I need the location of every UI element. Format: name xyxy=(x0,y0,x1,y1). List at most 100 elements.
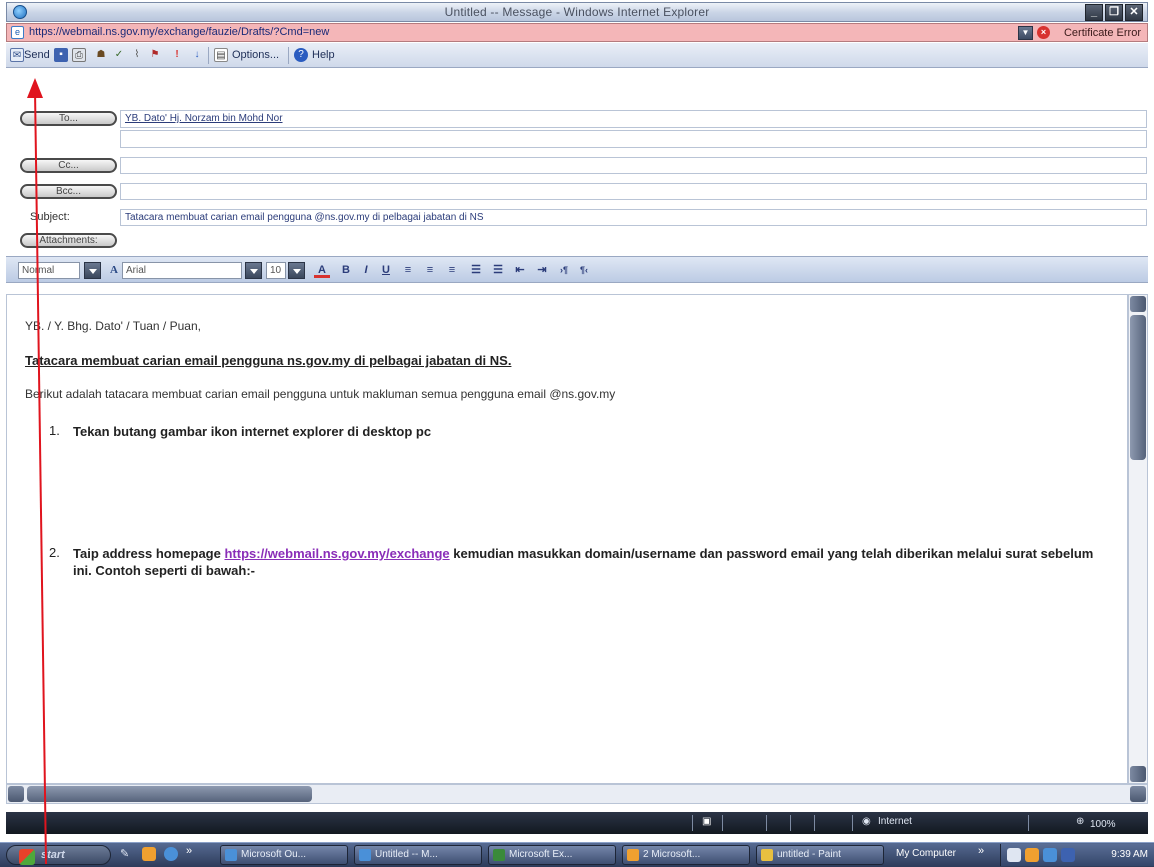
close-button[interactable]: ✕ xyxy=(1125,4,1143,21)
subject-field[interactable]: Tatacara membuat carian email pengguna @… xyxy=(120,209,1147,226)
scroll-right-icon[interactable] xyxy=(1130,786,1146,802)
restore-button[interactable]: ❐ xyxy=(1105,4,1123,21)
zoom-level[interactable]: 100% xyxy=(1090,819,1116,830)
check-names-icon[interactable]: ⚑ xyxy=(148,48,162,62)
minimize-button[interactable]: _ xyxy=(1085,4,1103,21)
task-microsoft-group[interactable]: 2 Microsoft... xyxy=(622,845,750,865)
task-exchange[interactable]: Microsoft Ex... xyxy=(488,845,616,865)
size-select[interactable]: 10 xyxy=(266,262,286,279)
horizontal-scroll-thumb[interactable] xyxy=(27,786,312,802)
cc-field[interactable] xyxy=(120,157,1147,174)
scroll-down-icon[interactable] xyxy=(1130,766,1146,782)
window-title: Untitled -- Message - Windows Internet E… xyxy=(444,5,710,19)
formatting-toolbar: Normal A Arial 10 A B I U ≡ ≡ ≡ ☰ ☰ ⇤ ⇥ … xyxy=(6,256,1148,283)
step-2-number: 2. xyxy=(49,545,60,560)
font-icon: A xyxy=(110,264,118,276)
toolbar-separator xyxy=(208,47,209,64)
size-dropdown-icon[interactable] xyxy=(288,262,305,279)
decrease-indent-icon[interactable]: ⇤ xyxy=(512,262,528,278)
internet-zone-icon: ◉ xyxy=(862,816,871,827)
body-subject-line: Tatacara membuat carian email pengguna n… xyxy=(25,353,512,368)
to-field[interactable]: YB. Dato' Hj. Norzam bin Mohd Nor xyxy=(120,110,1147,128)
tray-mail-icon[interactable] xyxy=(1061,848,1075,862)
font-color-icon[interactable]: A xyxy=(314,262,330,278)
system-tray: 9:39 AM xyxy=(1000,844,1154,866)
help-button[interactable]: Help xyxy=(312,47,335,64)
address-bar[interactable]: e https://webmail.ns.gov.my/exchange/fau… xyxy=(6,23,1148,42)
task-outlook[interactable]: Microsoft Ou... xyxy=(220,845,348,865)
task-label: 2 Microsoft... xyxy=(643,849,701,860)
webmail-link[interactable]: https://webmail.ns.gov.my/exchange xyxy=(224,546,449,561)
align-center-icon[interactable]: ≡ xyxy=(422,262,438,278)
quicklaunch-more-icon[interactable]: » xyxy=(186,845,192,857)
print-icon[interactable]: ⎙ xyxy=(72,48,86,62)
my-computer-toolbar[interactable]: My Computer xyxy=(896,848,956,859)
annotation-arrow-head xyxy=(27,78,43,98)
certificate-error-icon[interactable]: × xyxy=(1037,26,1050,39)
step-2-text: Taip address homepage https://webmail.ns… xyxy=(73,545,1113,579)
options-icon[interactable]: ▤ xyxy=(214,48,228,62)
increase-indent-icon[interactable]: ⇥ xyxy=(534,262,550,278)
bcc-button[interactable]: Bcc... xyxy=(20,184,117,199)
bold-icon[interactable]: B xyxy=(338,262,354,278)
send-button[interactable]: Send xyxy=(24,47,50,64)
spellcheck-icon[interactable]: ✓ xyxy=(112,48,126,62)
task-paint[interactable]: untitled - Paint xyxy=(756,845,884,865)
underline-icon[interactable]: U xyxy=(378,262,394,278)
send-icon[interactable]: ✉ xyxy=(10,48,24,62)
tray-icon-2[interactable] xyxy=(1025,848,1039,862)
to-recipient[interactable]: YB. Dato' Hj. Norzam bin Mohd Nor xyxy=(125,113,283,124)
task-message[interactable]: Untitled -- M... xyxy=(354,845,482,865)
zoom-icon[interactable]: ⊕ xyxy=(1076,816,1084,827)
attachments-button[interactable]: Attachments: xyxy=(20,233,117,248)
address-url[interactable]: https://webmail.ns.gov.my/exchange/fauzi… xyxy=(29,26,329,38)
tray-icon-1[interactable] xyxy=(1007,848,1021,862)
toolbar-more-icon[interactable]: » xyxy=(978,845,984,857)
task-label: Microsoft Ex... xyxy=(509,849,573,860)
vertical-scrollbar[interactable] xyxy=(1128,294,1148,784)
to-field-extra[interactable] xyxy=(120,130,1147,148)
message-body[interactable]: YB. / Y. Bhg. Dato' / Tuan / Puan, Tatac… xyxy=(6,294,1128,784)
start-button[interactable]: start xyxy=(6,845,111,865)
high-importance-icon[interactable]: ! xyxy=(170,48,184,62)
italic-icon[interactable]: I xyxy=(358,262,374,278)
font-dropdown-icon[interactable] xyxy=(245,262,262,279)
bcc-field[interactable] xyxy=(120,183,1147,200)
attach-icon[interactable]: ⌇ xyxy=(130,48,144,62)
step-2: 2. Taip address homepage https://webmail… xyxy=(49,545,1109,585)
rtl-icon[interactable]: ¶‹ xyxy=(576,262,592,278)
show-desktop-icon[interactable]: ✎ xyxy=(120,847,134,861)
office-icon xyxy=(627,849,639,861)
scroll-up-icon[interactable] xyxy=(1130,296,1146,312)
address-book-icon[interactable]: ☗ xyxy=(94,48,108,62)
align-left-icon[interactable]: ≡ xyxy=(400,262,416,278)
ie-task-icon xyxy=(359,849,371,861)
low-importance-icon[interactable]: ↓ xyxy=(190,48,204,62)
horizontal-scrollbar[interactable] xyxy=(6,784,1148,804)
to-button[interactable]: To... xyxy=(20,111,117,126)
bullet-list-icon[interactable]: ☰ xyxy=(490,262,506,278)
window-title-bar[interactable]: Untitled -- Message - Windows Internet E… xyxy=(6,2,1148,22)
step-1-text: Tekan butang gambar ikon internet explor… xyxy=(73,424,432,439)
options-button[interactable]: Options... xyxy=(232,47,279,64)
cc-button[interactable]: Cc... xyxy=(20,158,117,173)
align-right-icon[interactable]: ≡ xyxy=(444,262,460,278)
save-icon[interactable]: ▪ xyxy=(54,48,68,62)
style-select[interactable]: Normal xyxy=(18,262,80,279)
style-dropdown-icon[interactable] xyxy=(84,262,101,279)
address-dropdown-icon[interactable]: ▼ xyxy=(1018,26,1033,40)
scroll-left-icon[interactable] xyxy=(8,786,24,802)
quicklaunch-outlook-icon[interactable] xyxy=(142,847,156,861)
vertical-scroll-thumb[interactable] xyxy=(1130,315,1146,460)
tray-icon-3[interactable] xyxy=(1043,848,1057,862)
help-icon[interactable]: ? xyxy=(294,48,308,62)
exchange-icon xyxy=(493,849,505,861)
numbered-list-icon[interactable]: ☰ xyxy=(468,262,484,278)
status-separator xyxy=(814,815,815,831)
status-separator xyxy=(790,815,791,831)
certificate-error[interactable]: Certificate Error xyxy=(1064,27,1141,39)
ltr-icon[interactable]: ›¶ xyxy=(556,262,572,278)
font-select[interactable]: Arial xyxy=(122,262,242,279)
status-bar: ▣ ◉ Internet ⊕ 100% xyxy=(6,812,1148,834)
quicklaunch-ie-icon[interactable] xyxy=(164,847,178,861)
